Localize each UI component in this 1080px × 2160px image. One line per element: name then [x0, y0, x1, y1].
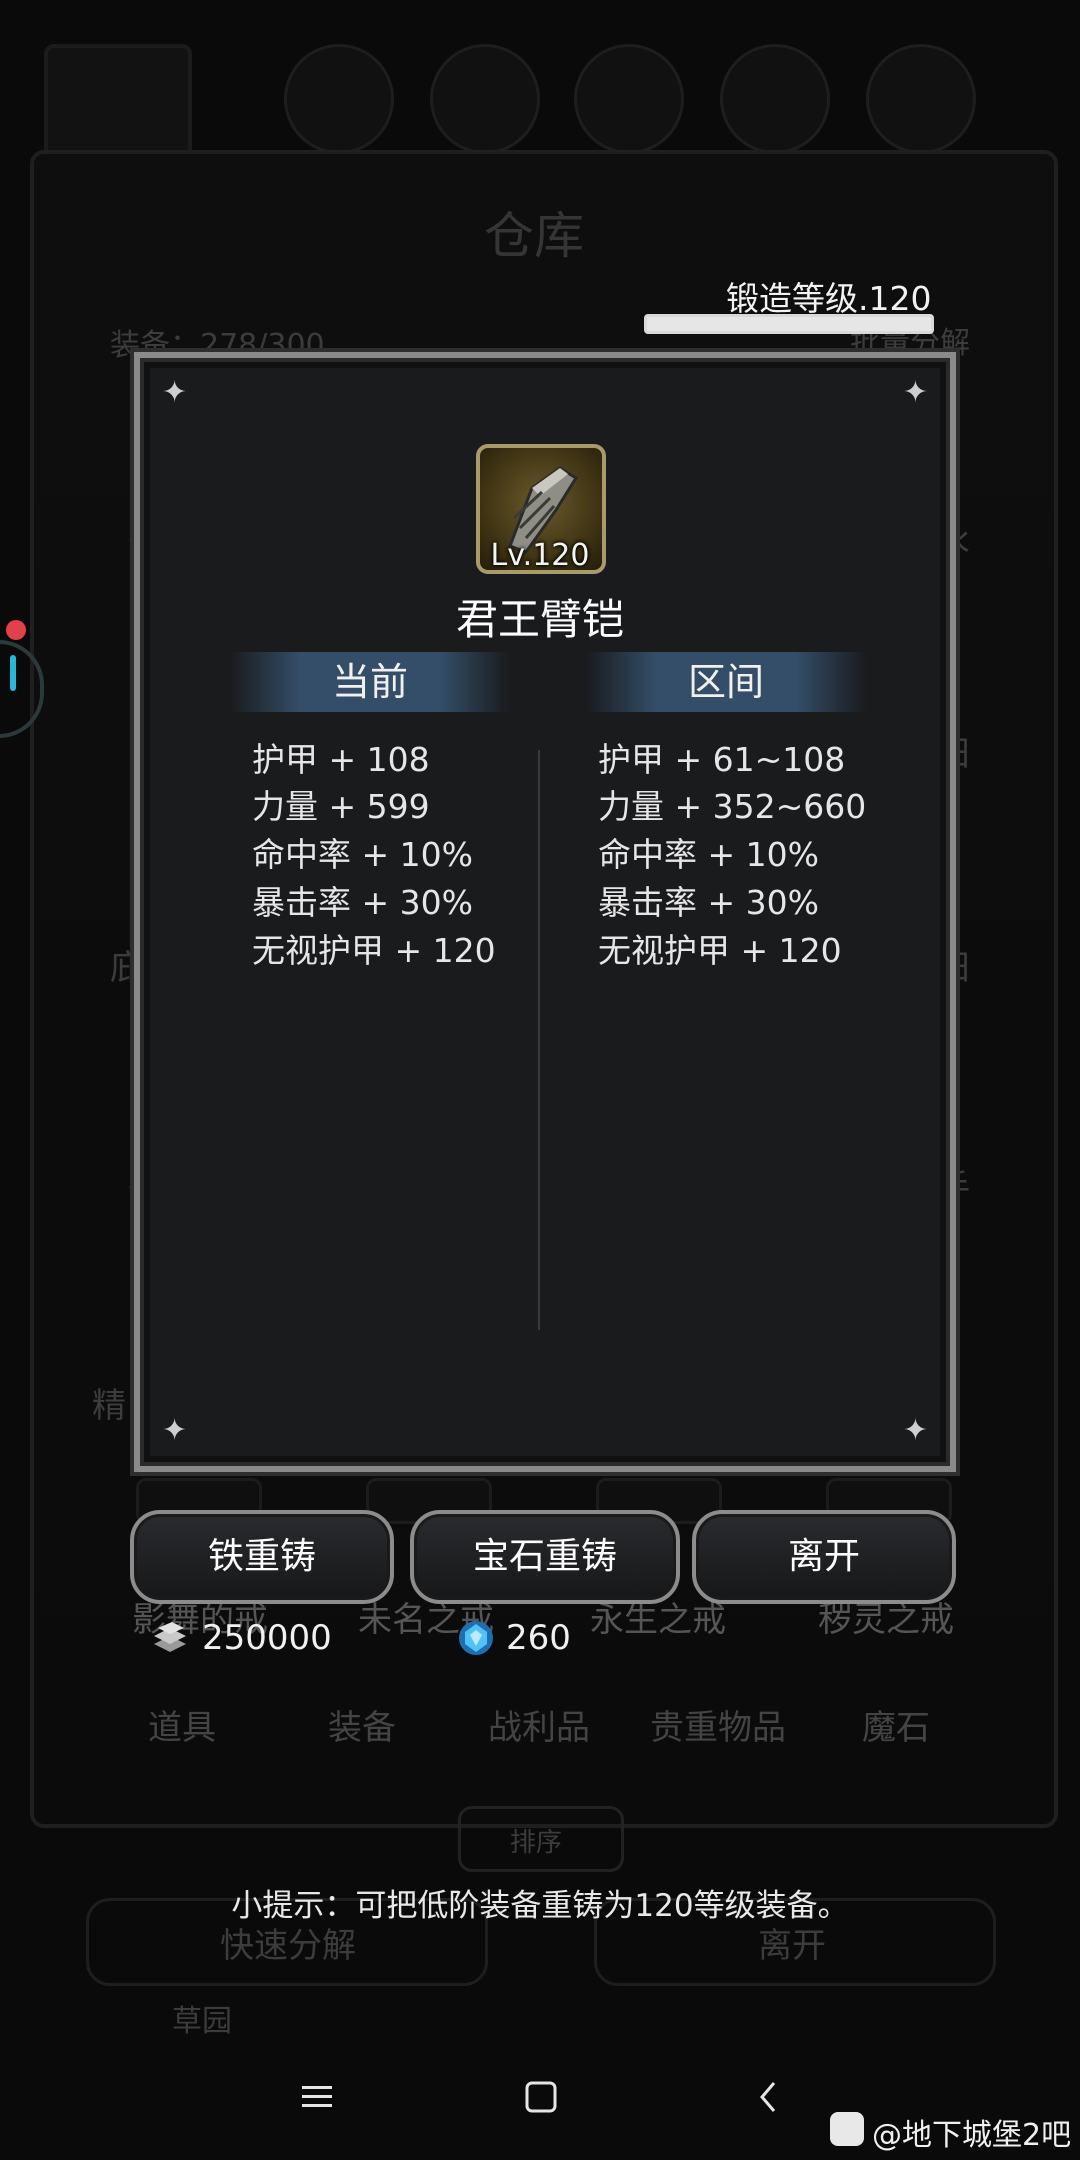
tieba-logo-icon — [830, 2112, 864, 2146]
corner-ornament-icon: ✦ — [162, 1413, 188, 1448]
range-stat: 力量 + 352~660 — [598, 787, 867, 826]
bg-hero-circle — [574, 44, 684, 154]
bg-title: 仓库 — [484, 207, 584, 265]
bg-tab: 道具 — [148, 1708, 216, 1748]
bg-tab: 装备 — [328, 1708, 396, 1748]
bg-hero-circle — [866, 44, 976, 154]
watermark: @地下城堡2吧 — [872, 2118, 1072, 2153]
column-header-current: 当前 — [230, 652, 510, 712]
bg-side-label: 精 — [92, 1386, 126, 1426]
bg-hero-circle — [430, 44, 540, 154]
range-stat: 命中率 + 10% — [598, 835, 819, 874]
range-stat: 无视护甲 + 120 — [598, 931, 842, 970]
bg-quick-label: 快速分解 — [220, 1926, 356, 1966]
forge-level-label: 锻造等级.120 — [726, 279, 932, 318]
forge-progress-bar — [644, 314, 934, 334]
bg-tab: 战利品 — [488, 1708, 590, 1748]
current-stat: 暴击率 + 30% — [252, 883, 473, 922]
bg-hero-circle — [720, 44, 830, 154]
notification-dot — [6, 620, 26, 640]
corner-ornament-icon: ✦ — [902, 375, 928, 410]
current-stat: 力量 + 599 — [252, 787, 430, 826]
menu-icon[interactable] — [300, 2080, 334, 2118]
blue-gem-icon — [456, 1618, 496, 1658]
back-icon[interactable] — [752, 2080, 786, 2118]
range-stat: 暴击率 + 30% — [598, 883, 819, 922]
iron-reforge-button[interactable]: 铁重铸 — [130, 1510, 394, 1604]
item-level-badge: Lv.120 — [490, 538, 590, 573]
bg-tab: 魔石 — [862, 1708, 930, 1748]
home-icon[interactable] — [524, 2080, 558, 2118]
forge-progress-fill — [647, 317, 931, 331]
leave-button[interactable]: 离开 — [692, 1510, 956, 1604]
column-header-range: 区间 — [586, 652, 866, 712]
bg-tab: 贵重物品 — [650, 1708, 786, 1748]
tip-text: 小提示：可把低阶装备重铸为120等级装备。 — [231, 1888, 849, 1924]
current-stat: 命中率 + 10% — [252, 835, 473, 874]
bg-leave-label: 离开 — [758, 1926, 826, 1966]
column-divider — [538, 750, 540, 1330]
gem-reforge-button[interactable]: 宝石重铸 — [410, 1510, 680, 1604]
bg-sort-label: 排序 — [510, 1828, 563, 1858]
iron-amount: 250000 — [202, 1618, 332, 1658]
item-name: 君王臂铠 — [455, 595, 624, 644]
gem-amount: 260 — [506, 1618, 571, 1658]
corner-ornament-icon: ✦ — [162, 375, 188, 410]
range-stat: 护甲 + 61~108 — [598, 740, 846, 779]
bg-hero-circle — [284, 44, 394, 154]
floating-ball-accent — [10, 655, 16, 691]
corner-ornament-icon: ✦ — [902, 1413, 928, 1448]
bg-bottom-text: 草园 — [172, 2004, 232, 2039]
current-stat: 无视护甲 + 120 — [252, 931, 496, 970]
current-stat: 护甲 + 108 — [252, 740, 430, 779]
iron-ingot-icon — [150, 1618, 190, 1658]
